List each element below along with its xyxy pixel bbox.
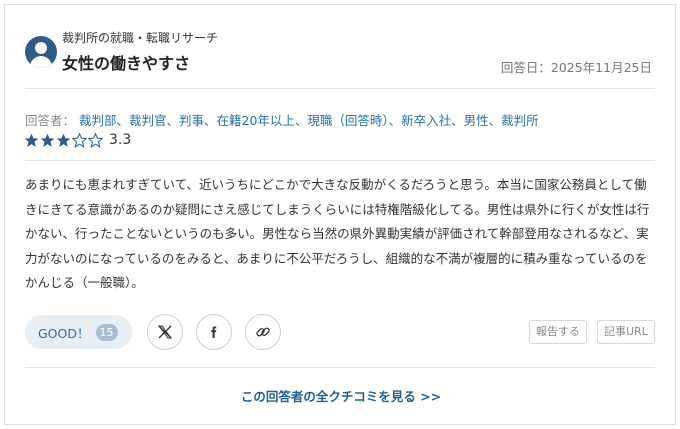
star-empty-icon [72, 132, 87, 148]
link-icon [256, 327, 270, 337]
good-button[interactable]: GOOD！ 15 [25, 315, 132, 349]
divider [25, 88, 655, 89]
share-x-button[interactable] [147, 314, 183, 350]
report-button[interactable]: 報告する [529, 320, 587, 344]
divider [25, 160, 655, 161]
review-body: あまりにも恵まれすぎていて、近いうちにどこかで大きな反動がくるだろうと思う。本当… [25, 177, 650, 290]
share-facebook-button[interactable] [196, 314, 232, 350]
respondent-label: 回答者： [25, 113, 76, 128]
good-count: 15 [95, 323, 118, 341]
star-full-icon [56, 133, 71, 147]
star-full-icon [40, 133, 55, 147]
answer-date: 回答日：2025年11月25日 [500, 60, 652, 75]
facebook-icon [211, 326, 217, 338]
divider [25, 367, 655, 368]
share-link-button[interactable] [245, 314, 281, 350]
avatar-icon [25, 36, 57, 68]
x-icon [158, 325, 172, 339]
respondent-value: 裁判部、裁判官、判事、在籍20年以上、現職（回答時）、新卒入社、男性、裁判所 [79, 113, 539, 128]
star-full-icon [24, 133, 39, 147]
company-link[interactable]: 裁判所の就職・転職リサーチ [62, 29, 218, 46]
star-empty-icon [88, 132, 103, 148]
review-card: 裁判所の就職・転職リサーチ 女性の働きやすさ 回答日：2025年11月25日 回… [4, 4, 676, 425]
rating-score: 3.3 [109, 132, 132, 148]
good-label: GOOD！ [38, 325, 90, 341]
respondent-info: 回答者： 裁判部、裁判官、判事、在籍20年以上、現職（回答時）、新卒入社、男性、… [25, 110, 539, 129]
view-all-reviews-link[interactable]: この回答者の全クチコミを見る >> [5, 386, 677, 405]
article-url-button[interactable]: 記事URL [597, 320, 655, 344]
review-title: 女性の働きやすさ [62, 54, 191, 73]
rating: 3.3 [24, 132, 131, 148]
